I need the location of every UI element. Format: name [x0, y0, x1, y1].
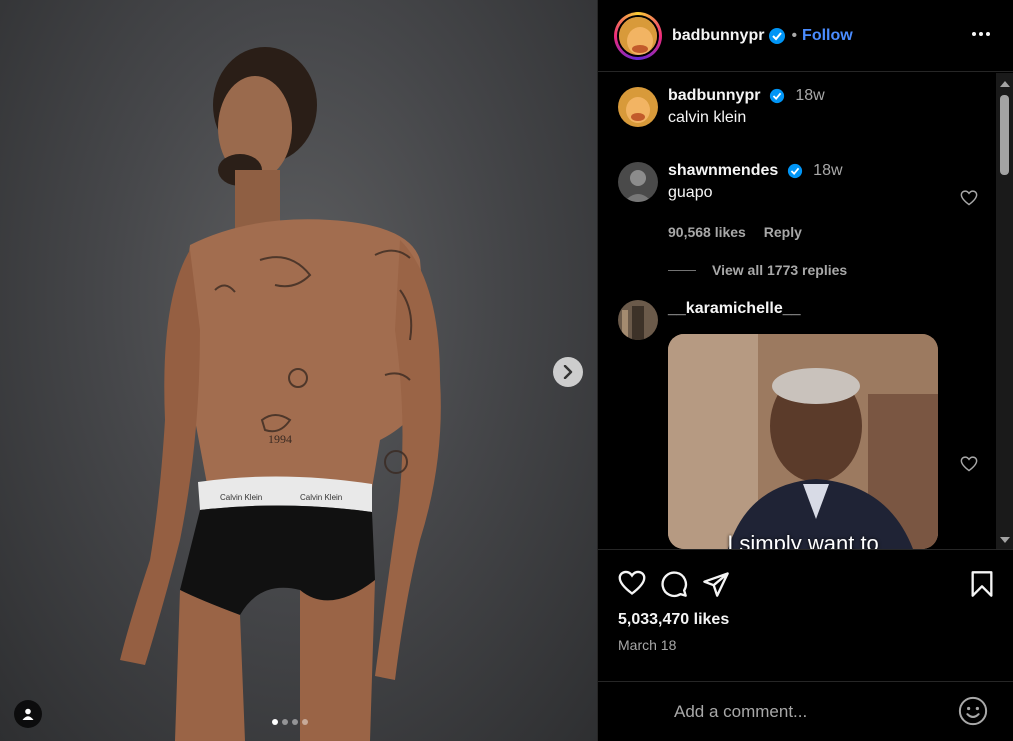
comment-username[interactable]: shawnmendes: [668, 162, 778, 179]
heart-icon[interactable]: [960, 190, 978, 206]
caption-text: calvin klein: [668, 109, 747, 126]
heart-icon[interactable]: [960, 456, 978, 472]
add-comment-bar: [598, 681, 1013, 741]
heart-icon: [618, 570, 646, 595]
carousel-indicator: [272, 719, 308, 725]
avatar[interactable]: [618, 300, 658, 340]
like-button[interactable]: [618, 570, 646, 603]
separator-dot: •: [791, 26, 798, 44]
caption-row: badbunnypr 18w calvin klein: [618, 87, 825, 127]
avatar[interactable]: [618, 87, 658, 127]
waistband-logo-left: Calvin Klein: [220, 493, 262, 502]
tagged-users-button[interactable]: [14, 700, 42, 728]
comment-username[interactable]: __karamichelle__: [668, 300, 801, 317]
chevron-right-icon: [563, 365, 573, 379]
carousel-dot: [292, 719, 298, 725]
view-replies-label: View all 1773 replies: [712, 262, 848, 278]
next-photo-button[interactable]: [553, 357, 583, 387]
caption-time: 18w: [795, 87, 825, 104]
comment-likes[interactable]: 90,568 likes: [668, 224, 746, 240]
post-header: badbunnypr • Follow: [598, 0, 1013, 72]
comment-icon: [661, 571, 688, 598]
post-details-panel: badbunnypr • Follow badbunnypr 18w calvi…: [597, 0, 1013, 741]
post-actions: 5,033,470 likes March 18: [598, 549, 1013, 681]
comment-time: 18w: [813, 162, 843, 179]
follow-button[interactable]: Follow: [802, 27, 853, 45]
gif-caption: I simply want to: [727, 531, 879, 549]
author-avatar[interactable]: [614, 11, 662, 60]
post-like-count[interactable]: 5,033,470 likes: [618, 611, 729, 629]
bookmark-icon: [971, 571, 993, 597]
verified-icon: [769, 27, 786, 44]
post-photo: 1994 Calvin Klein Calvin Klein: [120, 47, 441, 741]
post-media[interactable]: 1994 Calvin Klein Calvin Klein: [0, 0, 597, 741]
verified-icon: [769, 88, 785, 103]
divider: [668, 269, 696, 271]
comment-input[interactable]: [674, 701, 934, 722]
user-tag-icon: [22, 708, 34, 720]
verified-icon: [787, 163, 802, 178]
comment-item: shawnmendes 18w guapo 90,568 likes Reply: [618, 162, 843, 240]
share-button[interactable]: [702, 570, 730, 603]
carousel-dot: [282, 719, 288, 725]
carousel-dot: [272, 719, 278, 725]
comment-text: guapo: [668, 184, 713, 201]
svg-text:1994: 1994: [268, 432, 292, 446]
author-username[interactable]: badbunnypr: [672, 27, 764, 45]
share-icon: [703, 572, 729, 597]
scroll-thumb[interactable]: [1000, 95, 1009, 175]
more-icon[interactable]: [971, 24, 991, 44]
caption-username[interactable]: badbunnypr: [668, 87, 760, 104]
waistband-logo-right: Calvin Klein: [300, 493, 342, 502]
comment-button[interactable]: [660, 570, 688, 603]
comments-scrollbar[interactable]: [996, 73, 1013, 549]
gif-attachment[interactable]: I simply want to: [668, 334, 938, 549]
scroll-up-arrow[interactable]: [1000, 81, 1010, 87]
comments-list[interactable]: badbunnypr 18w calvin klein shawnmendes: [598, 73, 1013, 549]
avatar[interactable]: [618, 162, 658, 202]
reply-button[interactable]: Reply: [764, 224, 802, 240]
post-date[interactable]: March 18: [618, 637, 676, 653]
carousel-dot: [302, 719, 308, 725]
emoji-icon[interactable]: [958, 696, 988, 726]
scroll-down-arrow[interactable]: [1000, 537, 1010, 543]
gif-image: [668, 334, 938, 549]
save-button[interactable]: [970, 570, 994, 603]
view-replies-button[interactable]: View all 1773 replies: [668, 262, 847, 278]
